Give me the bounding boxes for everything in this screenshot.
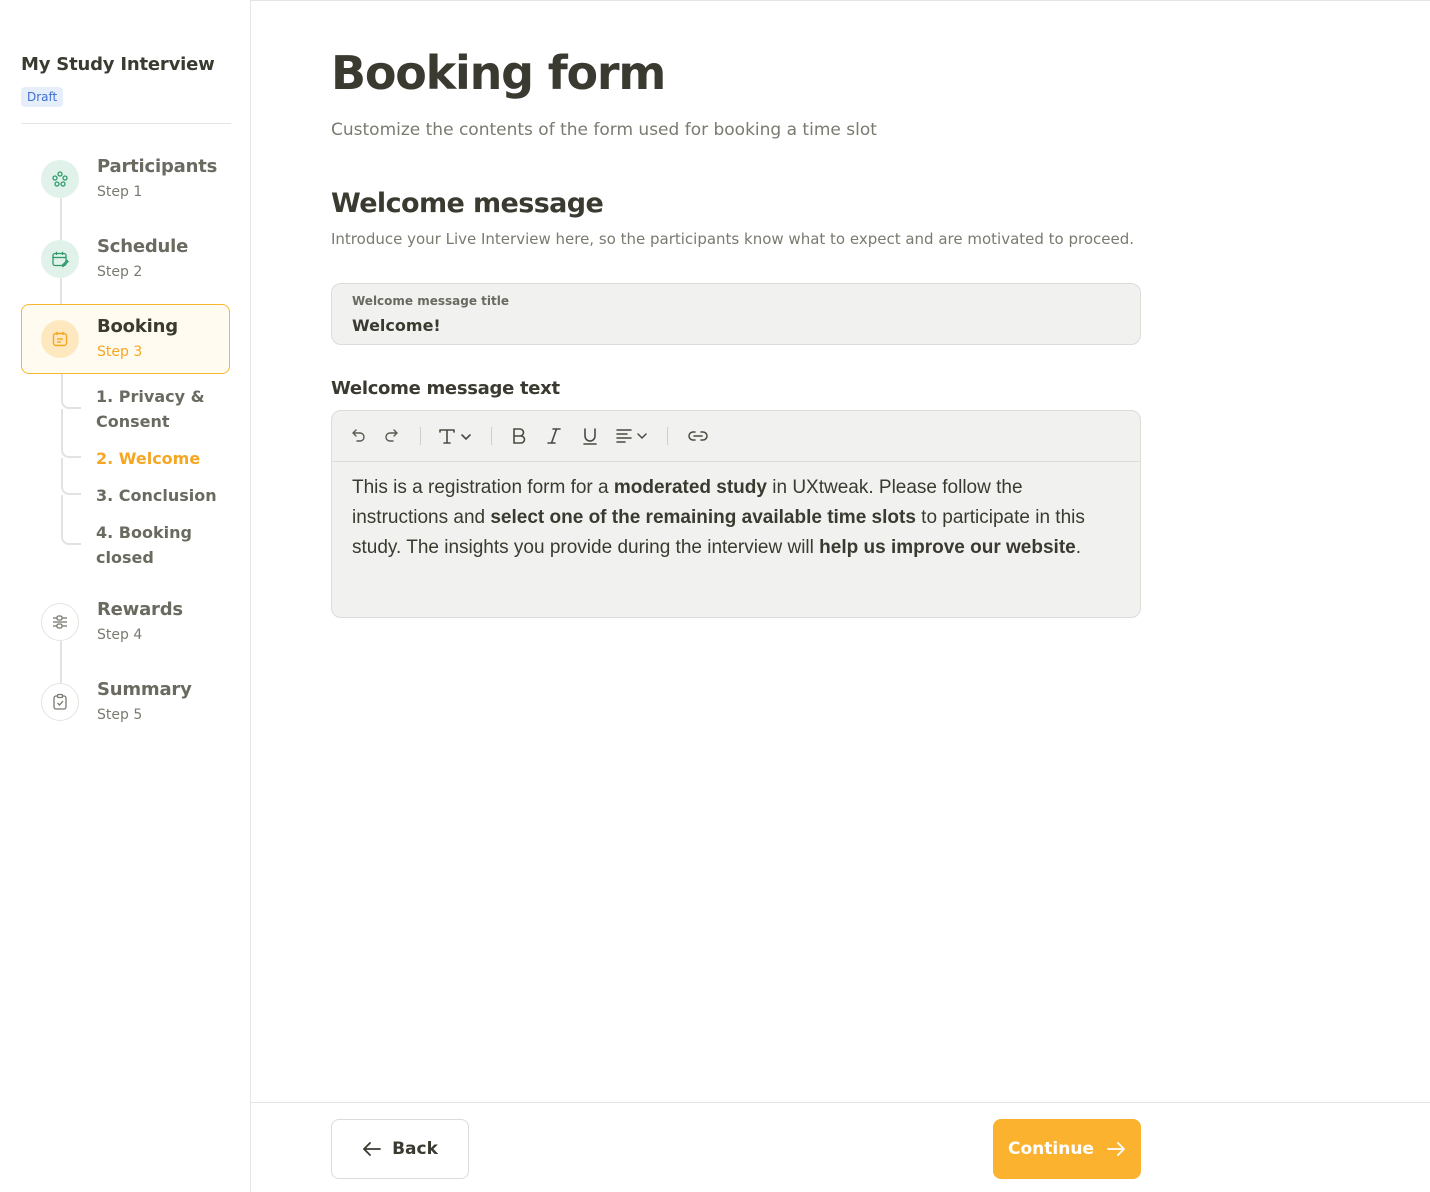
page-title: Booking form [331, 46, 666, 100]
editor-text: This is a registration form for a [352, 477, 614, 498]
substep-connector [61, 409, 81, 458]
toolbar-separator [667, 427, 668, 445]
undo-icon[interactable] [346, 424, 370, 448]
substep-conclusion[interactable]: 3. Conclusion [96, 483, 226, 508]
sliders-icon [41, 603, 79, 641]
substep-booking-closed[interactable]: 4. Booking closed [96, 520, 206, 570]
welcome-title-field[interactable]: Welcome message title [331, 283, 1141, 345]
editor-label: Welcome message text [331, 378, 560, 399]
align-icon[interactable] [614, 424, 652, 448]
sidebar-divider [21, 123, 231, 124]
arrow-left-icon [363, 1142, 381, 1156]
link-icon[interactable] [685, 424, 711, 448]
sidebar-step-participants[interactable]: Participants Step 1 [21, 144, 230, 214]
step-label: Rewards [97, 599, 183, 620]
main-content: Booking form Customize the contents of t… [251, 0, 1430, 1102]
back-button-label: Back [392, 1139, 438, 1159]
welcome-title-input[interactable] [352, 316, 1112, 335]
status-badge: Draft [21, 87, 64, 107]
continue-button-label: Continue [1008, 1139, 1094, 1159]
substep-connector [61, 495, 81, 545]
bold-icon[interactable] [507, 424, 531, 448]
step-number: Step 2 [97, 264, 143, 280]
substep-privacy-consent[interactable]: 1. Privacy & Consent [96, 384, 226, 434]
editor-bold-text: help us improve our website [819, 537, 1076, 558]
field-label: Welcome message title [352, 294, 510, 308]
step-label: Participants [97, 156, 218, 177]
participants-icon [41, 160, 79, 198]
substep-connector [61, 374, 81, 409]
substep-connector [61, 458, 81, 495]
footer-bar: Back Continue [251, 1102, 1430, 1192]
step-number: Step 3 [97, 344, 143, 360]
sidebar-step-rewards[interactable]: Rewards Step 4 [21, 587, 230, 657]
step-number: Step 1 [97, 184, 143, 200]
step-number: Step 4 [97, 627, 143, 643]
continue-button[interactable]: Continue [993, 1119, 1141, 1179]
underline-icon[interactable] [578, 424, 602, 448]
step-label: Schedule [97, 236, 189, 257]
sidebar-step-booking[interactable]: Booking Step 3 [21, 304, 230, 374]
sidebar-step-summary[interactable]: Summary Step 5 [21, 667, 230, 737]
editor-content[interactable]: This is a registration form for a modera… [352, 473, 1122, 563]
editor-text: . [1075, 537, 1081, 558]
editor-bold-text: select one of the remaining available ti… [490, 507, 916, 528]
toolbar-separator [491, 427, 492, 445]
substep-welcome[interactable]: 2. Welcome [96, 446, 226, 471]
calendar-edit-icon [41, 240, 79, 278]
italic-icon[interactable] [542, 424, 566, 448]
section-description: Introduce your Live Interview here, so t… [331, 230, 1135, 248]
clipboard-check-icon [41, 683, 79, 721]
step-label: Booking [97, 316, 178, 337]
text-style-icon[interactable] [436, 424, 476, 448]
back-button[interactable]: Back [331, 1119, 469, 1179]
page-subtitle: Customize the contents of the form used … [331, 120, 877, 140]
sidebar-step-schedule[interactable]: Schedule Step 2 [21, 224, 230, 294]
study-title: My Study Interview [21, 54, 215, 75]
section-title: Welcome message [331, 188, 604, 219]
booking-calendar-icon [41, 320, 79, 358]
editor-toolbar [332, 411, 1140, 462]
editor-bold-text: moderated study [613, 477, 767, 498]
sidebar: My Study Interview Draft Participants St… [0, 0, 251, 1192]
redo-icon[interactable] [380, 424, 404, 448]
rich-text-editor[interactable]: This is a registration form for a modera… [331, 410, 1141, 618]
arrow-right-icon [1107, 1142, 1125, 1156]
step-label: Summary [97, 679, 192, 700]
step-number: Step 5 [97, 707, 143, 723]
toolbar-separator [420, 427, 421, 445]
